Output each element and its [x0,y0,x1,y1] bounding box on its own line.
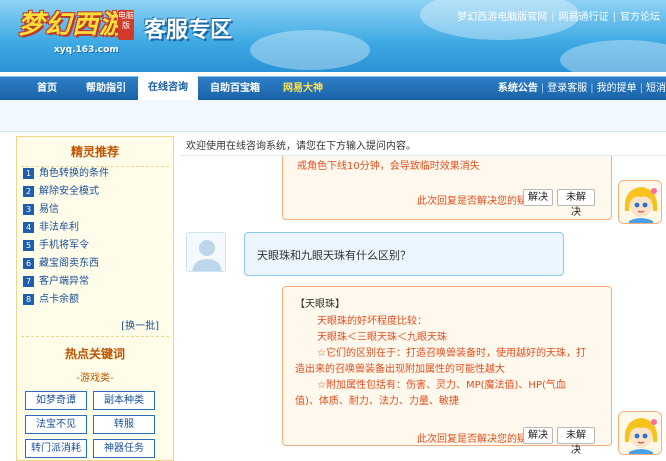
divider: | [590,83,594,94]
sidebar-title: 精灵推荐 [21,137,169,167]
sidebar-item[interactable]: 7 客户端异常 [23,274,89,290]
divider: | [639,83,643,94]
item-number: 4 [23,221,34,233]
solved-button[interactable]: 解决 [523,189,553,206]
item-number: 7 [23,275,34,287]
service-girl-icon [618,411,662,455]
tab-help[interactable]: 帮助指引 [76,77,136,101]
keyword-button[interactable]: 如梦奇谭 [25,391,87,410]
tab-self-service[interactable]: 自助百宝箱 [202,77,268,101]
answer-heading: 【天眼珠】 [295,299,345,310]
top-link-passport[interactable]: 网易通行证 [559,12,609,23]
top-link-official-site[interactable]: 梦幻西游电脑版官网 [457,12,547,23]
sidebar-item[interactable]: 5 手机将军令 [23,238,89,254]
answer-line: 天眼珠的好坏程度比较： [317,316,427,327]
sidebar-item-label: 点卡余额 [39,294,79,305]
logo-url: xyq.163.com [54,45,119,55]
intro-text: 欢迎使用在线咨询系统，请您在下方输入提问内容。 [186,141,416,152]
unsolved-button[interactable]: 未解决 [557,427,595,456]
divider: | [540,83,545,94]
site-title: 客服专区 [144,18,233,43]
tab-netease-dashen[interactable]: 网易大神 [274,77,332,101]
sidebar: 精灵推荐 1 角色转换的条件 2 解除安全模式 3 易信 4 非法牟利 5 手机将军令 6… [16,136,174,461]
sidebar-item-label: 角色转换的条件 [39,168,109,179]
header-cloud [250,30,370,70]
solved-button[interactable]: 解决 [523,427,553,444]
service-girl-icon [618,180,662,224]
sidebar-item-label: 客户端异常 [39,276,89,287]
divider: | [612,12,616,23]
keyword-button[interactable]: 转服 [93,415,155,434]
keyword-button[interactable]: 法宝不见 [25,415,87,434]
item-number: 6 [23,257,34,269]
keyword-button[interactable]: 神器任务 [93,439,155,458]
sidebar-item[interactable]: 1 角色转换的条件 [23,166,109,182]
sidebar-item[interactable]: 3 易信 [23,202,59,218]
main-nav: 首页 帮助指引 在线咨询 自助百宝箱 网易大神 系统公告 | 登录客服 | 我的提单 | 短… [0,75,666,101]
answer-line: ☆它们的区别在于：打造召唤兽装备时，使用越好的天珠，打 [317,348,586,359]
tab-online-consult[interactable]: 在线咨询 [138,75,198,101]
item-number: 1 [23,167,34,179]
question-text: 天眼珠和九眼天珠有什么区别？ [257,249,411,262]
logo-tag: 电脑版 [118,10,134,40]
top-links: 梦幻西游电脑版官网 | 网易通行证 | 官方论坛 [457,8,660,23]
answer-line: 天眼珠＜三眼天珠＜九眼天珠 [317,332,447,343]
answer-line: 造出来的召唤兽装备出现附加属性的可能性越大 [295,364,505,375]
answer-line: ☆附加属性包括有：伤害、灵力、MP(魔法值)、HP(气血 [317,380,566,391]
keyword-button[interactable]: 转门派消耗 [25,439,87,458]
sidebar-item[interactable]: 4 非法牟利 [23,220,79,236]
page-header: 梦幻西游 电脑版 xyq.163.com 客服专区 梦幻西游电脑版官网 | 网易通行… [0,0,666,72]
game-category-label: -游戏类- [76,373,114,384]
game-logo[interactable]: 梦幻西游 电脑版 xyq.163.com [18,4,136,55]
answer-bubble: 【天眼珠】 天眼珠的好坏程度比较： 天眼珠＜三眼天珠＜九眼天珠 ☆它们的区别在于… [282,286,612,456]
chat-area[interactable]: 戒角色下线10分钟，会导致临时效果消失 此次回复是否解决您的疑问： 解决 未解决… [180,156,666,461]
item-number: 2 [23,185,34,197]
answer-line: 值)、体质、耐力、法力、力量、敏捷 [295,396,459,407]
sidebar-item-label: 手机将军令 [39,240,89,251]
item-number: 3 [23,203,34,215]
link-my-tickets[interactable]: 我的提单 [597,83,637,94]
answer-text: 戒角色下线10分钟，会导致临时效果消失 [297,161,480,172]
unsolved-button[interactable]: 未解决 [557,189,595,218]
logo-text: 梦幻西游 [18,10,127,40]
sidebar-item[interactable]: 2 解除安全模式 [23,184,99,200]
top-link-forum[interactable]: 官方论坛 [620,12,660,23]
user-silhouette-icon [186,232,226,272]
sidebar-item-label: 解除安全模式 [39,186,99,197]
answer-bubble: 戒角色下线10分钟，会导致临时效果消失 此次回复是否解决您的疑问： 解决 未解决 [282,156,612,220]
keyword-button[interactable]: 副本种类 [93,391,155,410]
tab-home[interactable]: 首页 [22,77,72,101]
link-announcement[interactable]: 系统公告 [498,83,538,94]
change-batch-link[interactable]: [换一批] [121,317,159,332]
item-number: 8 [23,293,34,305]
link-messages[interactable]: 短消 [646,83,666,94]
question-bubble: 天眼珠和九眼天珠有什么区别？ [244,232,564,276]
subnav-bar [0,100,666,132]
sidebar-item[interactable]: 6 藏宝阁卖东西 [23,256,99,272]
divider [21,336,169,337]
header-cloud [560,40,666,72]
item-number: 5 [23,239,34,251]
link-login-service[interactable]: 登录客服 [547,83,587,94]
sidebar-item-label: 非法牟利 [39,222,79,233]
divider: | [551,12,555,23]
sidebar-item[interactable]: 8 点卡余额 [23,292,79,308]
sidebar-item-label: 藏宝阁卖东西 [39,258,99,269]
nav-right-links: 系统公告 | 登录客服 | 我的提单 | 短消 [498,77,666,101]
hot-keywords-title: 热点关键词 [64,347,125,361]
sidebar-item-label: 易信 [39,204,59,215]
